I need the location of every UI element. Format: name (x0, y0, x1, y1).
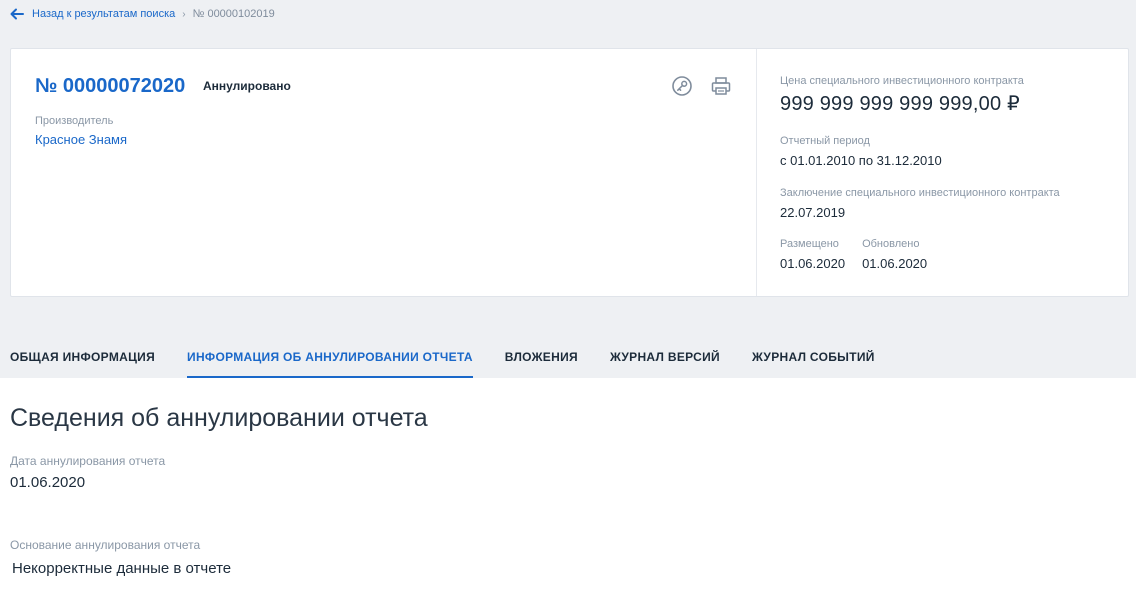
dates-row: Размещено 01.06.2020 Обновлено 01.06.202… (780, 238, 944, 271)
price-label: Цена специального инвестиционного контра… (780, 75, 1024, 87)
placed-value: 01.06.2020 (780, 256, 846, 271)
breadcrumb: Назад к результатам поиска › № 000001020… (10, 6, 275, 22)
updated-value: 01.06.2020 (862, 256, 928, 271)
producer-label: Производитель (35, 115, 114, 127)
price-value: 999 999 999 999 999,00 ₽ (780, 93, 1020, 115)
annulment-reason-value: Некорректные данные в отчете (12, 560, 232, 577)
arrow-left-icon[interactable] (10, 8, 24, 20)
conclusion-block: Заключение специального инвестиционного … (780, 187, 1060, 220)
period-block: Отчетный период с 01.01.2010 по 31.12.20… (780, 135, 942, 168)
report-number: № 00000072020 (35, 75, 186, 97)
tab-annulment-info[interactable]: ИНФОРМАЦИЯ ОБ АННУЛИРОВАНИИ ОТЧЕТА (187, 336, 473, 378)
status-badge: Аннулировано (203, 79, 291, 93)
conclusion-label: Заключение специального инвестиционного … (780, 187, 1060, 199)
tab-version-log[interactable]: ЖУРНАЛ ВЕРСИЙ (610, 336, 720, 378)
tab-event-log[interactable]: ЖУРНАЛ СОБЫТИЙ (752, 336, 875, 378)
updated-label: Обновлено (862, 238, 920, 250)
signature-icon[interactable] (671, 75, 693, 97)
back-to-results-link[interactable]: Назад к результатам поиска (32, 8, 175, 20)
annulment-reason-label: Основание аннулирования отчета (10, 538, 201, 552)
report-card: № 00000072020 Аннулировано Производитель… (10, 48, 1129, 297)
annulment-date-label: Дата аннулирования отчета (10, 454, 166, 468)
conclusion-value: 22.07.2019 (780, 205, 846, 220)
producer-link[interactable]: Красное Знамя (35, 132, 127, 147)
tab-bar: ОБЩАЯ ИНФОРМАЦИЯ ИНФОРМАЦИЯ ОБ АННУЛИРОВ… (10, 336, 907, 378)
print-icon[interactable] (710, 75, 732, 97)
price-block: Цена специального инвестиционного контра… (780, 75, 1024, 116)
period-value: с 01.01.2010 по 31.12.2010 (780, 153, 942, 168)
placed-label: Размещено (780, 238, 839, 250)
tab-attachments[interactable]: ВЛОЖЕНИЯ (505, 336, 578, 378)
period-label: Отчетный период (780, 135, 870, 147)
page-title: Сведения об аннулировании отчета (10, 404, 428, 432)
tab-general-info[interactable]: ОБЩАЯ ИНФОРМАЦИЯ (10, 336, 155, 378)
placed-block: Размещено 01.06.2020 (780, 238, 845, 271)
breadcrumb-current: № 00000102019 (192, 8, 275, 20)
breadcrumb-separator: › (182, 8, 186, 20)
card-divider (756, 49, 757, 296)
annulment-date-value: 01.06.2020 (10, 474, 86, 491)
updated-block: Обновлено 01.06.2020 (862, 238, 927, 271)
